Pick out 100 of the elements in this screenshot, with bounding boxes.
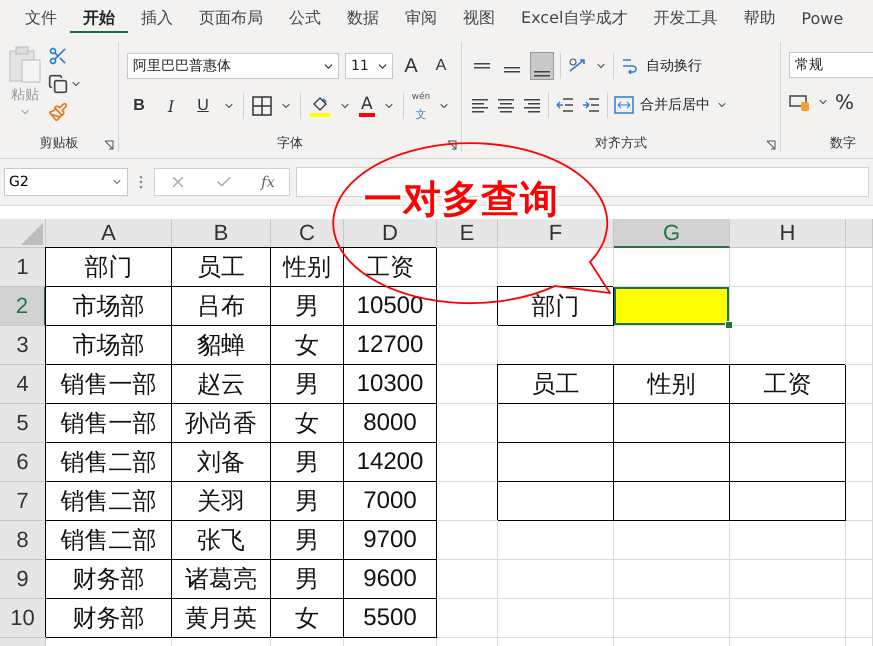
table-cell: 吕布 <box>172 287 271 326</box>
ribbon-tab[interactable]: Excel自学成才 <box>508 0 640 36</box>
table-cell: 刘备 <box>172 443 271 482</box>
dialog-launcher-icon[interactable] <box>447 140 457 150</box>
table-cell: 销售一部 <box>46 365 172 404</box>
row-header[interactable]: 7 <box>0 482 46 521</box>
row-header[interactable]: 9 <box>0 560 46 599</box>
table-cell: 工资 <box>730 365 846 404</box>
table-cell: 女 <box>271 404 344 443</box>
font-name-field[interactable]: 阿里巴巴普惠体 <box>127 53 339 79</box>
row-header[interactable]: 10 <box>0 599 46 638</box>
table-cell: 财务部 <box>46 599 172 638</box>
group-label: 数字 <box>829 135 857 152</box>
empty-cell <box>846 326 873 365</box>
fill-handle[interactable] <box>725 321 733 329</box>
paintbrush-icon[interactable] <box>48 102 68 122</box>
table-cell: 9700 <box>344 521 437 560</box>
name-box[interactable]: G2 <box>4 168 128 196</box>
wrap-text-button[interactable]: 自动换行 <box>620 53 702 79</box>
table-cell: 性别 <box>271 248 344 287</box>
ribbon-tab[interactable]: 数据 <box>334 0 392 36</box>
table-cell: 性别 <box>614 365 730 404</box>
align-center-icon[interactable] <box>496 97 516 113</box>
ribbon-tab[interactable]: 开始 <box>70 0 128 36</box>
triangle-icon <box>21 223 43 245</box>
fill-color-icon[interactable] <box>309 95 331 117</box>
copy-icon[interactable] <box>48 74 68 94</box>
table-cell: 14200 <box>344 443 437 482</box>
empty-cell <box>846 560 873 599</box>
percent-button[interactable]: % <box>835 90 854 114</box>
underline-button[interactable]: U <box>191 92 215 120</box>
table-cell: 市场部 <box>46 326 172 365</box>
clipboard-icon[interactable] <box>8 46 42 84</box>
empty-cell <box>846 482 873 521</box>
table-cell: 男 <box>271 443 344 482</box>
table-cell: 5500 <box>344 599 437 638</box>
bold-button[interactable]: B <box>127 92 151 120</box>
ribbon-tab[interactable]: 插入 <box>128 0 186 36</box>
shrink-font-button[interactable]: A <box>429 52 453 80</box>
increase-indent-icon[interactable] <box>581 97 601 113</box>
group-label: 剪贴板 <box>38 135 80 152</box>
column-header[interactable]: D <box>344 219 437 248</box>
table-cell: 销售二部 <box>46 482 172 521</box>
italic-button[interactable]: I <box>159 92 183 120</box>
grow-font-button[interactable]: A <box>399 52 423 80</box>
table-cell: 女 <box>271 599 344 638</box>
row-header[interactable]: 1 <box>0 248 46 287</box>
align-lines-icon <box>474 63 490 69</box>
ribbon-tab[interactable]: 帮助 <box>730 0 788 36</box>
phonetic-pinyin[interactable]: wén <box>412 92 430 103</box>
table-cell: 财务部 <box>46 560 172 599</box>
table-cell: 赵云 <box>172 365 271 404</box>
vertical-align-button[interactable] <box>530 52 554 80</box>
column-header[interactable]: C <box>271 219 344 248</box>
row-header[interactable]: 8 <box>0 521 46 560</box>
align-right-icon[interactable] <box>522 97 542 113</box>
table-cell: 员工 <box>498 365 614 404</box>
table-cell: 员工 <box>172 248 271 287</box>
row-header[interactable]: 4 <box>0 365 46 404</box>
phonetic-character[interactable]: 文 <box>415 109 426 120</box>
align-left-icon[interactable] <box>470 97 490 113</box>
dialog-launcher-icon[interactable] <box>766 140 776 150</box>
decrease-indent-icon[interactable] <box>555 97 575 113</box>
scissors-icon[interactable] <box>48 46 68 66</box>
table-cell: 黄月英 <box>172 599 271 638</box>
column-header[interactable]: G <box>614 219 730 248</box>
row-header[interactable]: 3 <box>0 326 46 365</box>
table-cell: 诸葛亮 <box>172 560 271 599</box>
column-header[interactable]: H <box>730 219 846 248</box>
dialog-launcher-icon[interactable] <box>104 140 114 150</box>
table-cell: 张飞 <box>172 521 271 560</box>
ribbon-tab[interactable]: Powe <box>788 0 856 36</box>
table-cell: 10500 <box>344 287 437 326</box>
row-header[interactable]: 5 <box>0 404 46 443</box>
column-header[interactable]: E <box>437 219 498 248</box>
ribbon-tab[interactable]: 开发工具 <box>640 0 730 36</box>
table-cell: 男 <box>271 560 344 599</box>
ribbon-tab[interactable]: 公式 <box>276 0 334 36</box>
table-cell: 男 <box>271 482 344 521</box>
row-header[interactable]: 2 <box>0 287 46 326</box>
row-header[interactable]: 6 <box>0 443 46 482</box>
column-header[interactable]: F <box>498 219 614 248</box>
ribbon-tab[interactable]: 页面布局 <box>186 0 276 36</box>
ribbon-tab[interactable]: 视图 <box>450 0 508 36</box>
table-cell: 男 <box>271 365 344 404</box>
column-header[interactable]: B <box>172 219 271 248</box>
merge-center-button[interactable]: 合并后居中 <box>614 92 710 118</box>
font-size-field[interactable]: 11 <box>345 53 393 79</box>
borders-icon[interactable] <box>252 96 272 116</box>
table-cell: 部门 <box>498 287 614 326</box>
font-color-button[interactable]: A <box>359 95 375 117</box>
table-cell: 销售一部 <box>46 404 172 443</box>
empty-cell <box>846 365 873 404</box>
ribbon-tab[interactable]: 审阅 <box>392 0 450 36</box>
ribbon-tab[interactable]: 文件 <box>12 0 70 36</box>
table-cell: 部门 <box>46 248 172 287</box>
insert-function-button[interactable]: fx <box>260 173 275 191</box>
number-format-field[interactable]: 常规 <box>789 52 873 78</box>
column-header[interactable]: A <box>46 219 172 248</box>
table-cell: 8000 <box>344 404 437 443</box>
